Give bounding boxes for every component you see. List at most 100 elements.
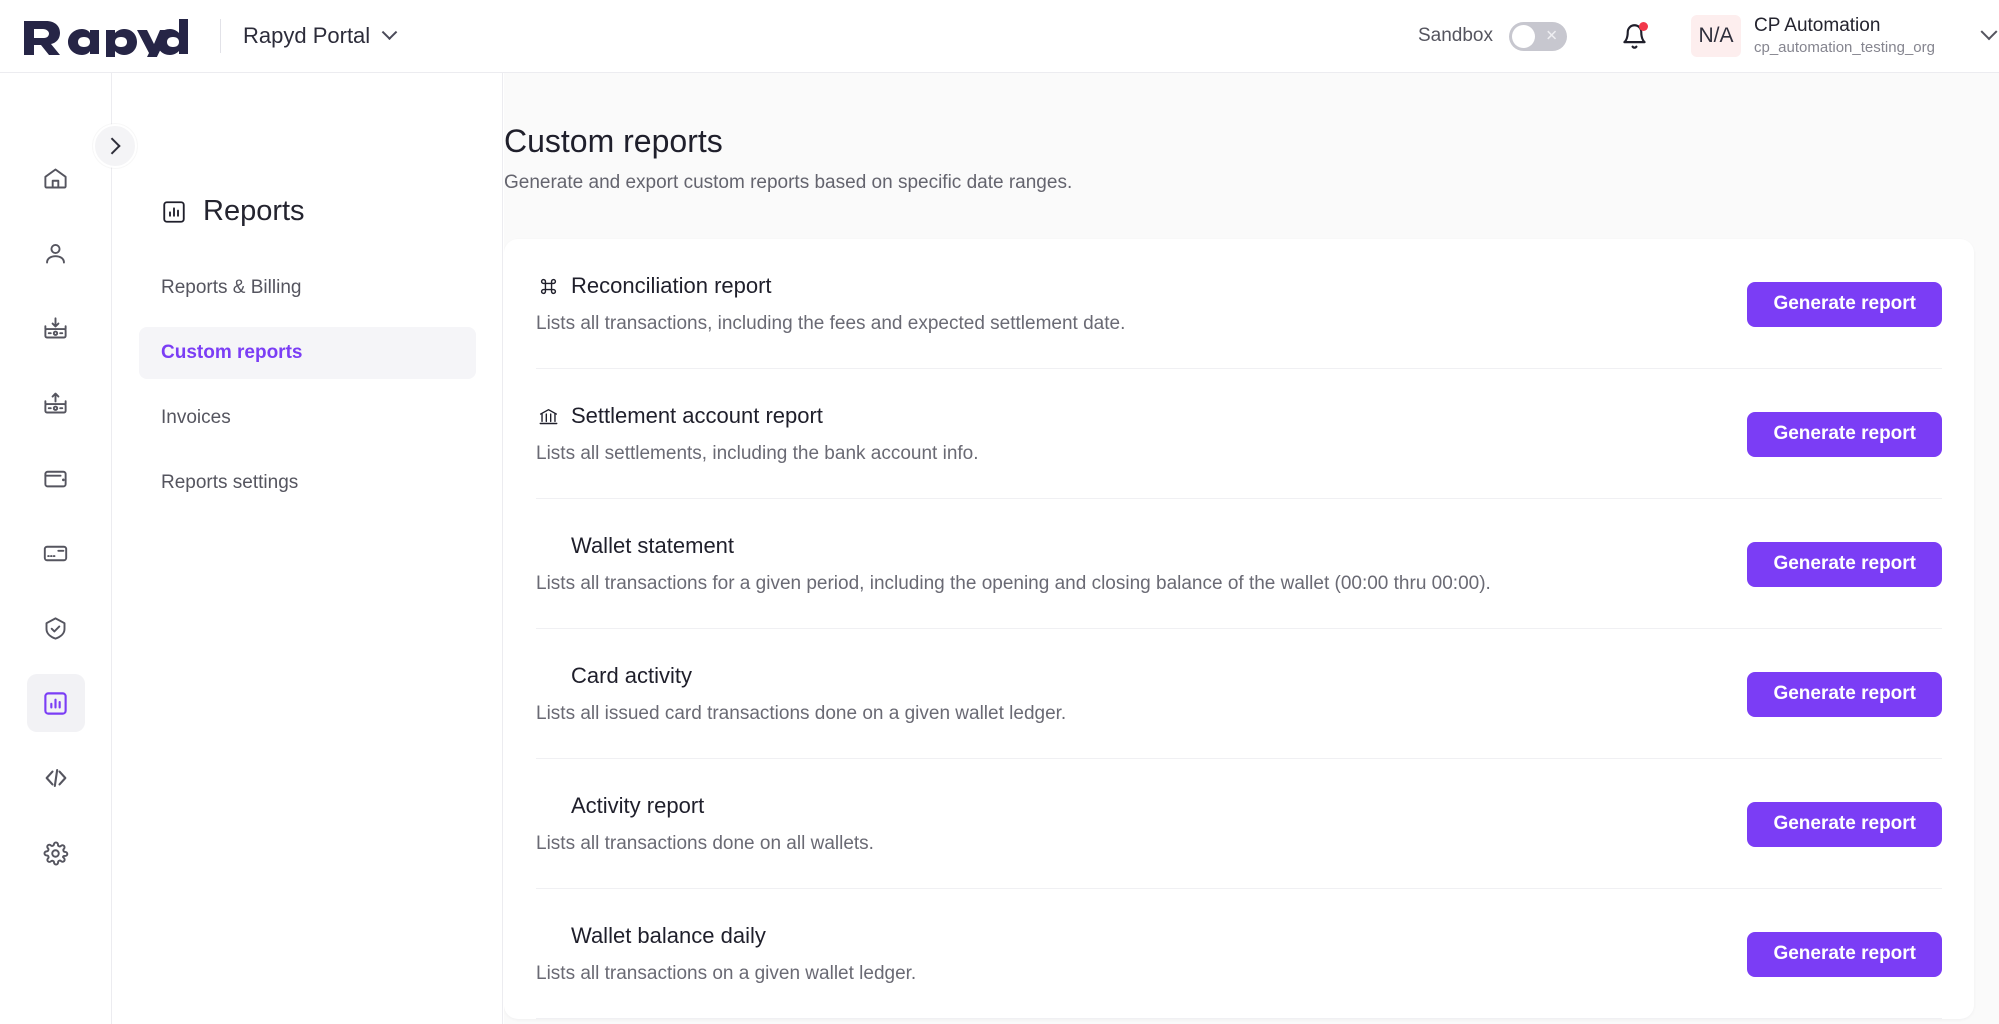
report-info: Wallet balance daily Lists all transacti…: [536, 923, 1707, 985]
sidebar-item-reports-settings[interactable]: Reports settings: [139, 457, 476, 509]
sidebar-expand-button[interactable]: [93, 124, 137, 168]
avatar: N/A: [1691, 15, 1741, 57]
report-title-line: Settlement account report: [536, 403, 1707, 429]
generate-report-button[interactable]: Generate report: [1747, 932, 1942, 977]
generate-report-button[interactable]: Generate report: [1747, 282, 1942, 327]
section-nav-header: Reports: [161, 195, 502, 228]
rapyd-wordmark-icon: [20, 15, 192, 57]
wallet-icon: [42, 465, 69, 492]
report-info: Reconciliation report Lists all transact…: [536, 273, 1707, 335]
table-row: Settlement account report Lists all sett…: [536, 369, 1942, 499]
bar-chart-icon: [42, 690, 69, 717]
sidebar-item-invoices[interactable]: Invoices: [139, 392, 476, 444]
table-row: Card activity Lists all issued card tran…: [536, 629, 1942, 759]
rapyd-logo[interactable]: [20, 15, 192, 57]
toggle-knob: [1512, 25, 1535, 48]
table-row: Wallet statement Lists all transactions …: [536, 499, 1942, 629]
report-icon-placeholder: [536, 534, 560, 558]
reports-card: Reconciliation report Lists all transact…: [504, 239, 1974, 1019]
portal-selector[interactable]: Rapyd Portal: [243, 23, 395, 49]
sidebar-item-label: Custom reports: [161, 342, 302, 364]
section-nav-list: Reports & Billing Custom reports Invoice…: [113, 262, 502, 509]
report-icon-placeholder: [536, 924, 560, 948]
report-description: Lists all issued card transactions done …: [536, 703, 1707, 725]
main-content: Custom reports Generate and export custo…: [504, 73, 1999, 1024]
bank-icon: [536, 404, 560, 428]
collect-icon: [42, 315, 69, 342]
primary-nav-rail: [0, 73, 112, 1024]
page-header: Custom reports Generate and export custo…: [504, 123, 1999, 194]
notification-dot: [1639, 22, 1648, 31]
home-icon: [42, 165, 69, 192]
header-divider: [220, 19, 221, 53]
sidebar-item-collect[interactable]: [27, 299, 85, 357]
top-bar-right: Sandbox ✕ N/A CP Automation cp_automatio…: [1418, 0, 1999, 72]
sidebar-item-reports[interactable]: [27, 674, 85, 732]
report-icon-placeholder: [536, 794, 560, 818]
account-text: CP Automation cp_automation_testing_org: [1754, 15, 1954, 56]
generate-report-button[interactable]: Generate report: [1747, 802, 1942, 847]
table-row: Reconciliation report Lists all transact…: [536, 239, 1942, 369]
table-row: Activity report Lists all transactions d…: [536, 759, 1942, 889]
sidebar-item-home[interactable]: [27, 149, 85, 207]
sidebar-item-label: Reports settings: [161, 472, 298, 494]
report-description: Lists all transactions on a given wallet…: [536, 963, 1707, 985]
report-info: Card activity Lists all issued card tran…: [536, 663, 1707, 725]
sandbox-toggle[interactable]: ✕: [1509, 22, 1567, 51]
chevron-down-icon: [382, 24, 398, 40]
report-icon-placeholder: [536, 664, 560, 688]
sidebar-item-settings[interactable]: [27, 824, 85, 882]
report-title: Wallet statement: [571, 533, 734, 559]
disburse-icon: [42, 390, 69, 417]
top-bar: Rapyd Portal Sandbox ✕ N/A CP Automation…: [0, 0, 1999, 73]
report-description: Lists all transactions, including the fe…: [536, 313, 1707, 335]
page-subtitle: Generate and export custom reports based…: [504, 172, 1999, 194]
report-info: Activity report Lists all transactions d…: [536, 793, 1707, 855]
report-title: Settlement account report: [571, 403, 823, 429]
chevron-down-icon: [1981, 23, 1998, 40]
section-nav: Reports Reports & Billing Custom reports…: [113, 73, 503, 1024]
notifications-button[interactable]: [1619, 21, 1649, 51]
report-title-line: Activity report: [536, 793, 1707, 819]
sidebar-item-developers[interactable]: [27, 749, 85, 807]
user-icon: [42, 240, 69, 267]
report-title-line: Wallet balance daily: [536, 923, 1707, 949]
sidebar-item-issuing[interactable]: [27, 524, 85, 582]
sidebar-item-reports-billing[interactable]: Reports & Billing: [139, 262, 476, 314]
report-title: Wallet balance daily: [571, 923, 766, 949]
report-description: Lists all transactions done on all walle…: [536, 833, 1707, 855]
sidebar-item-disburse[interactable]: [27, 374, 85, 432]
account-name: CP Automation: [1754, 15, 1954, 37]
account-id: cp_automation_testing_org: [1754, 39, 1954, 56]
report-description: Lists all settlements, including the ban…: [536, 443, 1707, 465]
shield-check-icon: [42, 615, 69, 642]
sidebar-item-customers[interactable]: [27, 224, 85, 282]
bar-chart-icon: [161, 199, 187, 225]
sidebar-item-label: Reports & Billing: [161, 277, 301, 299]
card-icon: [42, 540, 69, 567]
report-info: Settlement account report Lists all sett…: [536, 403, 1707, 465]
generate-report-button[interactable]: Generate report: [1747, 542, 1942, 587]
report-title: Card activity: [571, 663, 692, 689]
account-menu[interactable]: N/A CP Automation cp_automation_testing_…: [1691, 15, 1999, 57]
sidebar-item-wallets[interactable]: [27, 449, 85, 507]
sidebar-item-label: Invoices: [161, 407, 231, 429]
portal-selector-label: Rapyd Portal: [243, 23, 370, 49]
sandbox-label: Sandbox: [1418, 25, 1493, 47]
generate-report-button[interactable]: Generate report: [1747, 672, 1942, 717]
chevron-right-icon: [104, 138, 121, 155]
code-icon: [42, 764, 70, 792]
sidebar-item-verify[interactable]: [27, 599, 85, 657]
report-title-line: Wallet statement: [536, 533, 1707, 559]
report-info: Wallet statement Lists all transactions …: [536, 533, 1707, 595]
close-icon: ✕: [1545, 29, 1558, 44]
command-icon: [536, 274, 560, 298]
sidebar-item-custom-reports[interactable]: Custom reports: [139, 327, 476, 379]
table-row: Wallet balance daily Lists all transacti…: [536, 889, 1942, 1019]
gear-icon: [42, 840, 69, 867]
generate-report-button[interactable]: Generate report: [1747, 412, 1942, 457]
report-description: Lists all transactions for a given perio…: [536, 573, 1707, 595]
report-title: Reconciliation report: [571, 273, 772, 299]
report-title-line: Reconciliation report: [536, 273, 1707, 299]
report-title-line: Card activity: [536, 663, 1707, 689]
